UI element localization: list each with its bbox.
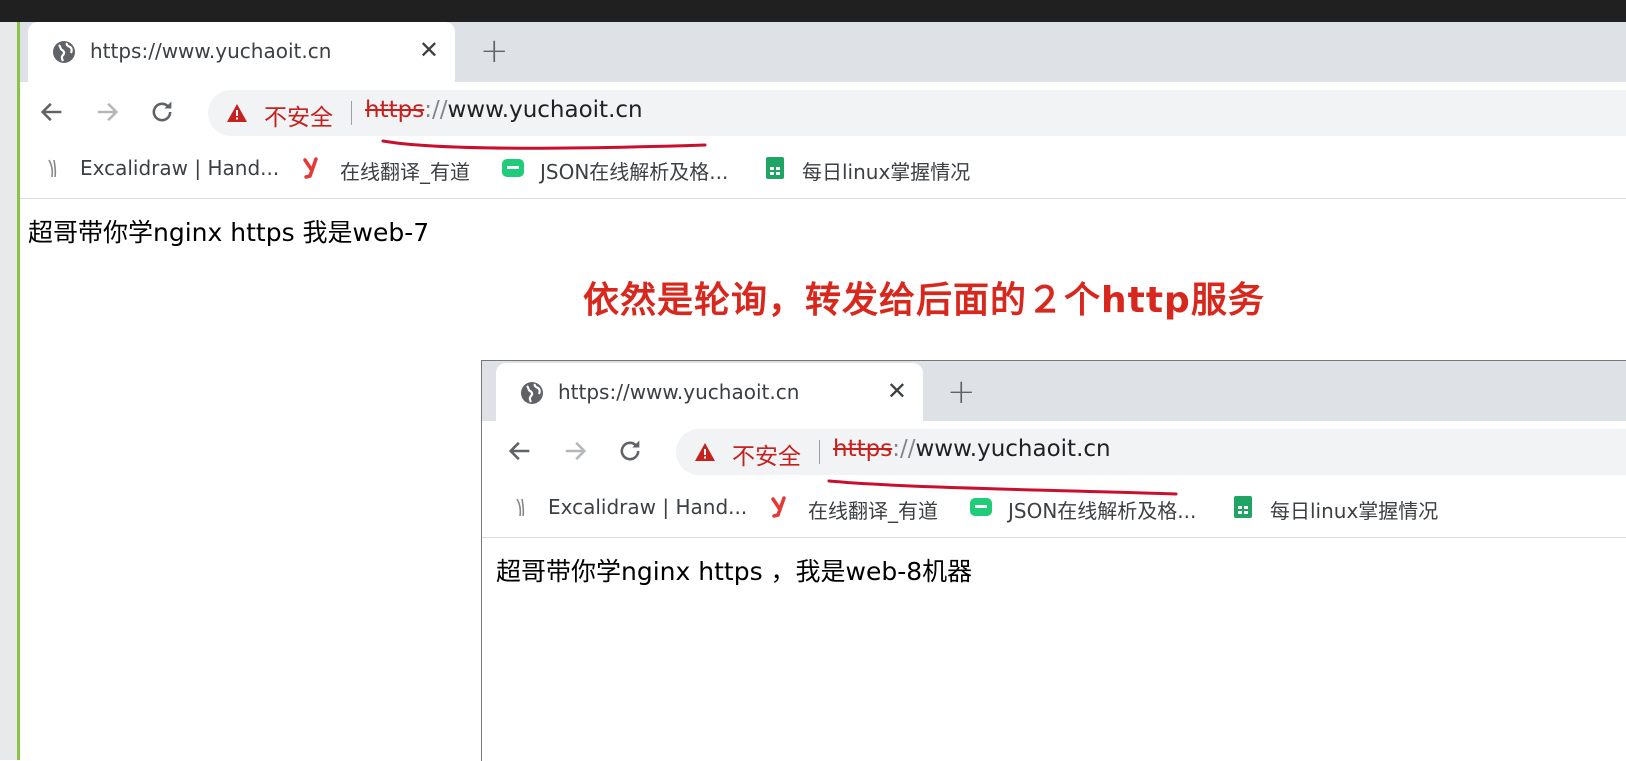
reload-icon[interactable]	[148, 98, 176, 126]
annotation-text: 依然是轮询，转发给后面的２个http服务	[583, 280, 1265, 321]
bookmark-label: 每日linux掌握情况	[802, 160, 971, 184]
close-icon[interactable]: ✕	[419, 36, 439, 64]
url-host: www.yuchaoit.cn	[447, 97, 643, 123]
youdao-icon	[771, 496, 786, 518]
page-body-text: 超哥带你学nginx https ，我是web-8机器	[496, 557, 973, 586]
screen-top-bar	[0, 0, 1626, 22]
forward-arrow-icon[interactable]	[561, 437, 589, 465]
warning-icon	[695, 443, 715, 461]
not-secure-label[interactable]: 不安全	[732, 437, 801, 471]
active-tab[interactable]: https://www.yuchaoit.cn ✕	[28, 22, 455, 82]
plus-icon[interactable]: +	[480, 31, 509, 71]
sheets-icon	[1234, 496, 1252, 518]
excalidraw-icon	[48, 159, 57, 178]
address-bar[interactable]: 不安全 https://www.yuchaoit.cn	[208, 90, 1626, 136]
bookmark-label: 在线翻译_有道	[340, 160, 470, 184]
back-arrow-icon[interactable]	[38, 98, 66, 126]
toolbar: 不安全 https://www.yuchaoit.cn	[482, 421, 1626, 481]
divider	[351, 101, 352, 125]
forward-arrow-icon[interactable]	[93, 98, 121, 126]
bookmark-label: 在线翻译_有道	[808, 499, 938, 523]
active-tab[interactable]: https://www.yuchaoit.cn ✕	[496, 363, 923, 421]
bookmark-label: JSON在线解析及格...	[540, 160, 729, 184]
json-icon	[970, 498, 992, 516]
reload-icon[interactable]	[616, 437, 644, 465]
sheets-icon	[766, 157, 784, 179]
warning-icon	[227, 104, 247, 122]
url-scheme: https	[365, 97, 425, 123]
json-icon	[502, 159, 524, 177]
url-separator: ://	[892, 436, 916, 462]
globe-icon	[53, 41, 75, 63]
page-body-text: 超哥带你学nginx https 我是web-7	[28, 218, 430, 247]
url-text[interactable]: https://www.yuchaoit.cn	[365, 97, 643, 123]
excalidraw-icon	[516, 498, 525, 517]
url-text[interactable]: https://www.yuchaoit.cn	[833, 436, 1111, 462]
tab-title: https://www.yuchaoit.cn	[90, 39, 332, 63]
divider	[819, 440, 820, 464]
not-secure-label[interactable]: 不安全	[264, 98, 333, 132]
tab-strip: https://www.yuchaoit.cn ✕ +	[20, 22, 1626, 82]
youdao-icon	[303, 157, 318, 179]
address-bar[interactable]: 不安全 https://www.yuchaoit.cn	[676, 429, 1626, 475]
bookmark-label: JSON在线解析及格...	[1008, 499, 1197, 523]
url-separator: ://	[424, 97, 448, 123]
bookmarks-bar: Excalidraw | Hand... 在线翻译_有道 JSON在线解析及格.…	[20, 142, 1626, 199]
bookmark-label: Excalidraw | Hand...	[548, 495, 748, 519]
plus-icon[interactable]: +	[947, 372, 976, 412]
toolbar: 不安全 https://www.yuchaoit.cn	[20, 82, 1626, 142]
tab-strip: https://www.yuchaoit.cn ✕ +	[482, 361, 1626, 421]
close-icon[interactable]: ✕	[887, 377, 907, 405]
globe-icon	[521, 382, 543, 404]
url-host: www.yuchaoit.cn	[915, 436, 1111, 462]
url-scheme: https	[833, 436, 893, 462]
underline-annotation	[827, 479, 1178, 496]
bookmark-label: Excalidraw | Hand...	[80, 156, 280, 180]
bookmark-label: 每日linux掌握情况	[1270, 499, 1439, 523]
browser-window-web8: https://www.yuchaoit.cn ✕ + 不安全 https://…	[481, 360, 1626, 761]
left-margin	[0, 22, 17, 760]
tab-title: https://www.yuchaoit.cn	[558, 380, 800, 404]
underline-annotation	[381, 139, 707, 150]
back-arrow-icon[interactable]	[506, 437, 534, 465]
